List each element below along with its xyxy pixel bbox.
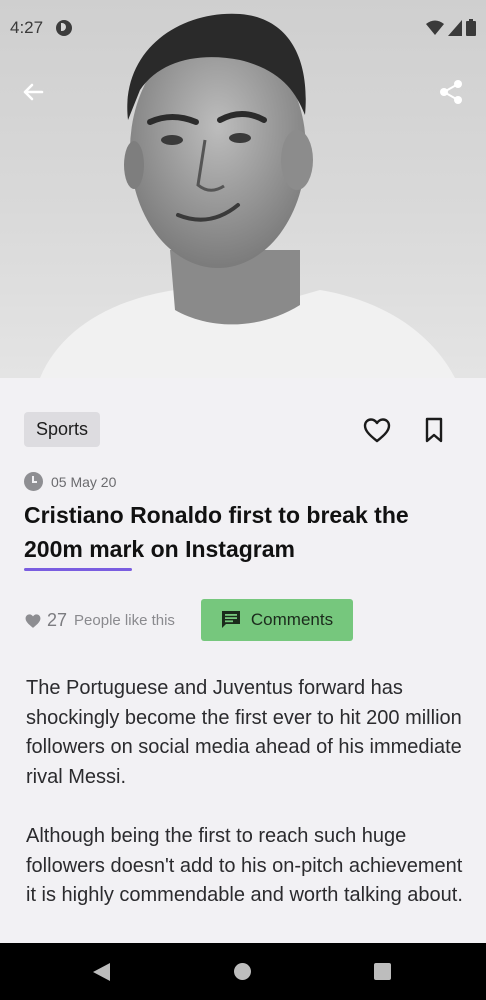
nav-recents-button[interactable] — [374, 963, 391, 980]
paragraph: The Portuguese and Juventus forward has … — [26, 677, 462, 788]
clock-icon — [24, 472, 43, 491]
share-icon — [440, 80, 462, 104]
article-content: Sports 05 May 20 Cristiano Ronaldo first… — [0, 378, 486, 943]
heart-outline-icon — [363, 418, 391, 443]
comment-icon — [221, 611, 240, 628]
category-chip[interactable]: Sports — [24, 412, 101, 447]
battery-icon — [466, 19, 476, 36]
bookmark-button[interactable] — [422, 416, 446, 444]
title-underline — [24, 568, 132, 571]
likes-count: 27 — [47, 610, 68, 630]
nav-home-button[interactable] — [234, 963, 251, 980]
back-arrow-icon — [23, 83, 44, 101]
signal-icon — [448, 19, 462, 36]
like-button[interactable] — [362, 416, 392, 444]
back-button[interactable] — [18, 77, 48, 107]
paragraph: Although being the first to reach such h… — [26, 825, 463, 906]
comments-button[interactable]: Comments — [201, 599, 353, 641]
share-button[interactable] — [436, 77, 466, 107]
bookmark-icon — [425, 417, 443, 443]
likes-info: 27 People like this — [24, 610, 175, 631]
wifi-icon — [426, 20, 444, 35]
status-icons — [426, 19, 476, 36]
article-title: Cristiano Ronaldo first to break the 200… — [24, 502, 409, 562]
likes-text: People like this — [74, 612, 175, 629]
publish-date: 05 May 20 — [51, 473, 117, 490]
status-time: 4:27 — [10, 18, 44, 37]
article-body: The Portuguese and Juventus forward has … — [26, 674, 466, 941]
heart-icon — [25, 613, 41, 628]
system-nav-bar — [0, 943, 486, 1000]
notification-icon — [56, 20, 72, 36]
nav-back-button[interactable] — [93, 963, 110, 981]
comments-label: Comments — [250, 610, 334, 629]
date-row: 05 May 20 — [24, 472, 116, 491]
status-bar: 4:27 — [0, 0, 486, 58]
